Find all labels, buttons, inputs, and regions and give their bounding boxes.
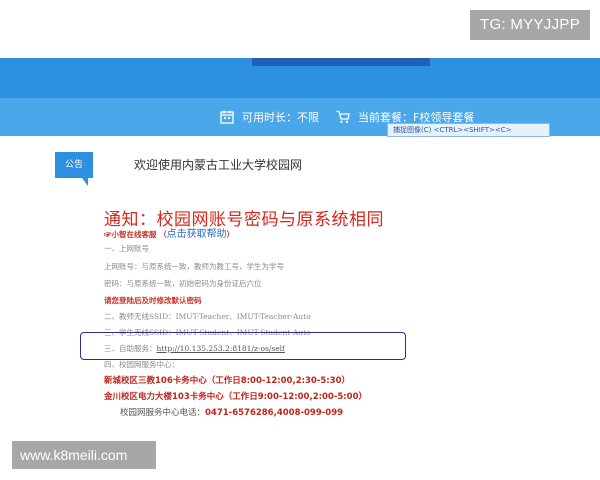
capture-tooltip: 捕捉图像(C) <CTRL><SHIFT><C> <box>387 123 550 137</box>
cart-icon <box>336 110 350 123</box>
welcome-text: 欢迎使用内蒙古工业大学校园网 <box>134 158 303 172</box>
highlight-box <box>80 332 406 360</box>
duration-label: 可用时长： <box>242 111 297 124</box>
duration-status: 可用时长： 不限 <box>220 108 319 126</box>
telegram-watermark: TG: MYYJJPP <box>470 10 590 40</box>
help-link[interactable]: 点击获取帮助 <box>167 229 227 240</box>
site-watermark: www.k8meili.com <box>12 441 156 469</box>
header-active-tab[interactable] <box>252 58 430 66</box>
location-line: 金川校区电力大楼103卡务中心（工作日9:00-12:00,2:00-5:00） <box>104 392 368 402</box>
location-line: 新城校区三教106卡务中心（工作日8:00-12:00,2:30-5:30） <box>104 376 351 386</box>
service-phone-line: 校园网服务中心电话：0471-6576286,4008-099-099 <box>120 406 343 418</box>
help-line: ☞小智在线客服 （点击获取帮助） <box>104 225 234 240</box>
notice-line: 二、教师无线SSID：IMUT-Teacher、IMUT-Teacher-Aut… <box>104 312 311 321</box>
notice-tag: 公告 <box>55 152 93 178</box>
notice-line: 密码：与原系统一致，初始密码为身份证后六位 <box>104 279 262 288</box>
duration-value: 不限 <box>297 111 319 124</box>
notice-line-warning: 请您登陆后及时修改默认密码 <box>104 296 202 305</box>
calendar-icon <box>220 110 234 124</box>
help-prefix: ☞小智在线客服 （ <box>104 230 167 239</box>
notice-tag-tail <box>82 178 88 186</box>
notice-line: 四、校园网服务中心： <box>104 360 179 369</box>
notice-line: 上网账号：与原系统一致，教师为教工号，学生为学号 <box>104 262 284 271</box>
help-suffix: ） <box>226 230 235 239</box>
service-label: 校园网服务中心电话： <box>120 408 206 418</box>
notice-line: 一、上网账号 <box>104 244 149 253</box>
service-phone: 0471-6576286,4008-099-099 <box>205 408 344 418</box>
